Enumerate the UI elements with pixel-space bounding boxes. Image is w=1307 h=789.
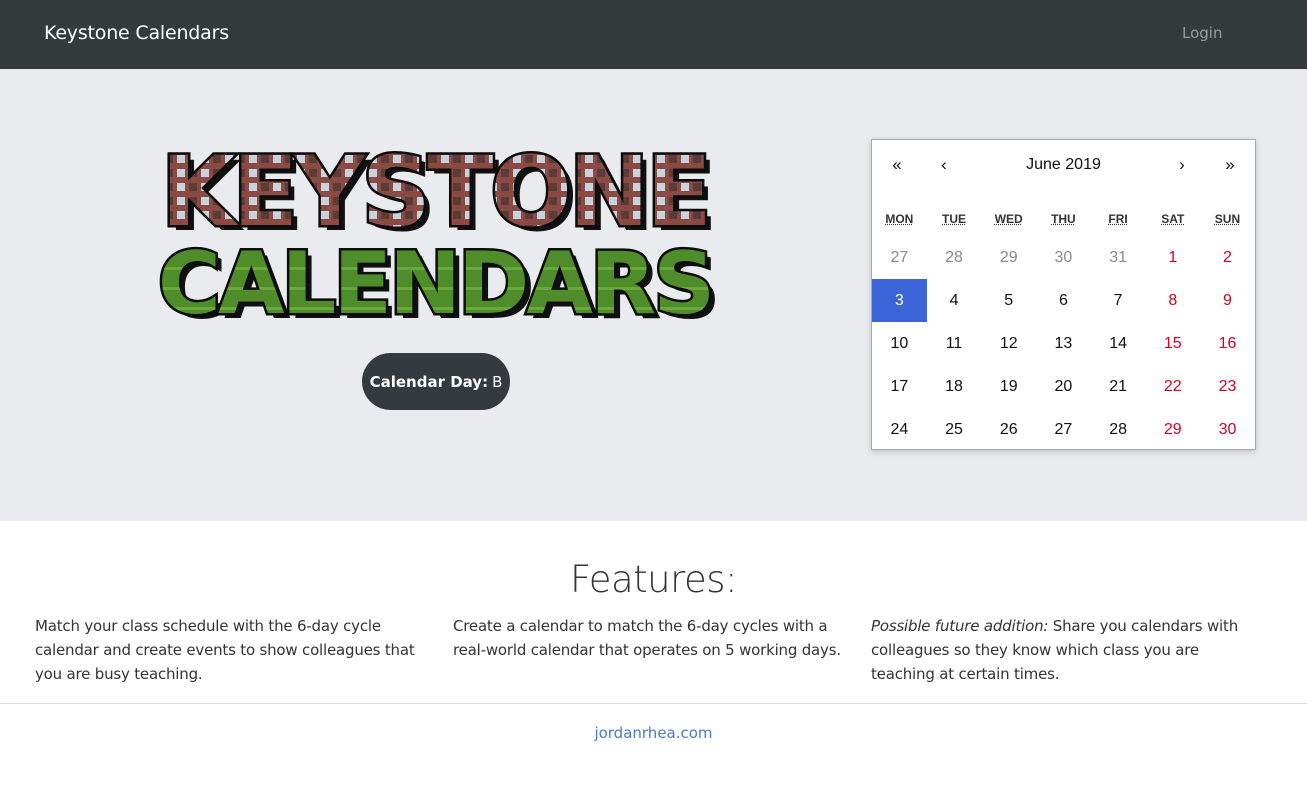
calendar-day[interactable]: 6: [1036, 279, 1091, 322]
calendar-day[interactable]: 29: [981, 236, 1036, 279]
login-link[interactable]: Login: [1182, 24, 1222, 42]
calendar-day-value: B: [492, 372, 503, 391]
calendar-week-row: 3456789: [872, 279, 1255, 322]
calendar-day[interactable]: 7: [1091, 279, 1146, 322]
weekday-mon: MON: [885, 212, 914, 226]
next-year-button[interactable]: »: [1215, 155, 1245, 175]
footer-divider: [0, 703, 1307, 704]
feature-item: Create a calendar to match the 6-day cyc…: [453, 614, 843, 662]
calendar-day-badge: Calendar Day: B: [362, 353, 510, 410]
calendar-day[interactable]: 21: [1091, 365, 1146, 408]
calendar-week-row: 27 28 29 30 31 1 2: [872, 236, 1255, 279]
features-heading: Features:: [569, 558, 738, 601]
calendar-day[interactable]: 28: [1091, 408, 1146, 451]
calendar-day[interactable]: 29: [1145, 408, 1200, 451]
calendar-day[interactable]: 1: [1145, 236, 1200, 279]
calendar-day[interactable]: 13: [1036, 322, 1091, 365]
calendar-day[interactable]: 22: [1145, 365, 1200, 408]
prev-year-button[interactable]: «: [882, 155, 912, 175]
calendar-day[interactable]: 27: [1036, 408, 1091, 451]
calendar-day[interactable]: 4: [927, 279, 982, 322]
weekday-tue: TUE: [942, 212, 967, 226]
calendar-day[interactable]: 19: [981, 365, 1036, 408]
calendar-day[interactable]: 18: [927, 365, 982, 408]
calendar-week-row: 24 25 26 27 28 29 30: [872, 408, 1255, 451]
calendar-day[interactable]: 30: [1036, 236, 1091, 279]
feature-text: Create a calendar to match the 6-day cyc…: [453, 617, 841, 659]
month-year-title[interactable]: June 2019: [1026, 156, 1101, 173]
calendar-day[interactable]: 31: [1091, 236, 1146, 279]
calendar-day[interactable]: 23: [1200, 365, 1255, 408]
weekday-sun: SUN: [1214, 212, 1241, 226]
calendar-day[interactable]: 9: [1200, 279, 1255, 322]
calendar-day[interactable]: 20: [1036, 365, 1091, 408]
calendar-day[interactable]: 30: [1200, 408, 1255, 451]
prev-month-button[interactable]: ‹: [929, 155, 959, 175]
feature-prefix: Possible future addition:: [871, 617, 1049, 635]
calendar-day[interactable]: 28: [927, 236, 982, 279]
calendar-day[interactable]: 24: [872, 408, 927, 451]
calendar-day-selected[interactable]: 3: [872, 279, 927, 322]
calendar-week-row: 17 18 19 20 21 22 23: [872, 365, 1255, 408]
feature-text: Match your class schedule with the 6-day…: [35, 617, 415, 683]
calendar-week-row: 10 11 12 13 14 15 16: [872, 322, 1255, 365]
calendar-day[interactable]: 8: [1145, 279, 1200, 322]
calendar-day[interactable]: 5: [981, 279, 1036, 322]
footer-website-link[interactable]: jordanrhea.com: [594, 724, 712, 742]
svg-text:CALENDARS: CALENDARS: [158, 234, 712, 319]
calendar-grid: 27 28 29 30 31 1 2 3 4 5 6 7 8 9 10 11 12 13 14 15 16 17 18 19 2…: [872, 236, 1255, 451]
calendar-day[interactable]: 11: [927, 322, 982, 365]
next-month-button[interactable]: ›: [1167, 155, 1197, 175]
calendar-navigation: « ‹ June 2019 › »: [872, 140, 1255, 192]
calendar-day[interactable]: 25: [927, 408, 982, 451]
calendar-day[interactable]: 26: [981, 408, 1036, 451]
svg-text:KEYSTONE: KEYSTONE: [161, 139, 709, 248]
weekday-thu: THU: [1051, 212, 1076, 226]
calendar-day[interactable]: 27: [872, 236, 927, 279]
calendar-day[interactable]: 10: [872, 322, 927, 365]
calendar-day[interactable]: 14: [1091, 322, 1146, 365]
weekday-sat: SAT: [1161, 212, 1185, 226]
feature-item: Possible future addition: Share you cale…: [871, 614, 1261, 686]
calendar-day[interactable]: 12: [981, 322, 1036, 365]
calendar-day[interactable]: 16: [1200, 322, 1255, 365]
date-picker: « ‹ June 2019 › » MON TUE WED THU FRI SA…: [871, 139, 1256, 450]
calendar-day[interactable]: 17: [872, 365, 927, 408]
calendar-day[interactable]: 15: [1145, 322, 1200, 365]
calendar-day[interactable]: 2: [1200, 236, 1255, 279]
navbar: Keystone Calendars Login: [0, 0, 1307, 69]
weekday-fri: FRI: [1108, 212, 1128, 226]
weekday-header: MON TUE WED THU FRI SAT SUN: [872, 212, 1255, 228]
feature-item: Match your class schedule with the 6-day…: [35, 614, 425, 686]
brand-title[interactable]: Keystone Calendars: [44, 22, 229, 44]
footer: jordanrhea.com: [0, 724, 1307, 742]
hero-section: KEYSTONE KEYSTONE CALENDARS CALENDARS Ca…: [0, 69, 1307, 521]
weekday-wed: WED: [994, 212, 1023, 226]
keystone-calendars-logo: KEYSTONE KEYSTONE CALENDARS CALENDARS: [103, 139, 767, 319]
calendar-day-label: Calendar Day:: [369, 372, 489, 391]
